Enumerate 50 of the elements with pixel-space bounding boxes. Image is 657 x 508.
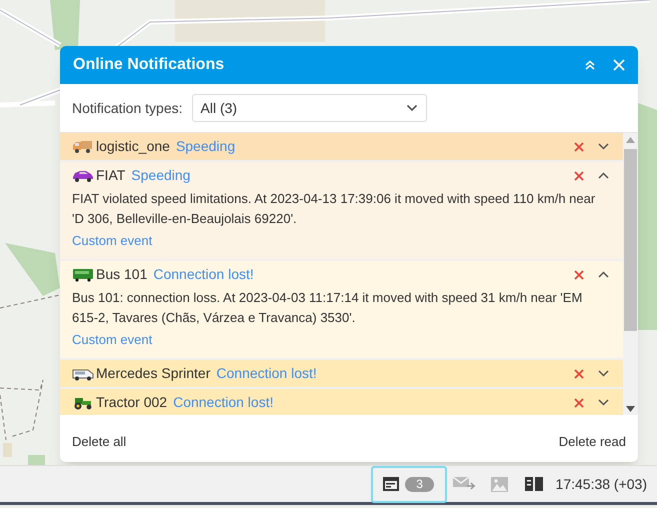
chevron-down-icon[interactable] xyxy=(598,143,609,150)
remove-icon[interactable] xyxy=(574,170,584,180)
tractor-icon xyxy=(72,396,94,410)
van-icon xyxy=(72,366,94,380)
car-icon xyxy=(72,168,94,182)
notification-item[interactable]: FIAT Speeding FIAT violated speed limitations. At 2023-04-13 17:39:06 it moved with speed 110 km/h near 'D 306, Belleville-en-Beaujolais 69220'. Custom event xyxy=(60,162,623,261)
delete-read-button[interactable]: Delete read xyxy=(558,432,626,452)
notification-item[interactable]: Tractor 002 Connection lost! xyxy=(60,389,623,415)
count-badge: 3 xyxy=(405,476,434,492)
chevron-up-icon[interactable] xyxy=(598,172,609,179)
notification-item[interactable]: Mercedes Sprinter Connection lost! xyxy=(60,360,623,389)
vehicle-name: Bus 101 xyxy=(96,265,148,284)
notification-item[interactable]: Bus 101 Connection lost! Bus 101: connection loss. At 2023-04-03 11:17:14 it moved with speed 31 km/h near 'EM 615-2, Tavares (Chãs, Várzea e Travanca) 3530'. Custom event xyxy=(60,261,623,360)
notification-icon xyxy=(383,477,400,491)
notification-message: Bus 101: connection loss. At 2023-04-03 11:17:14 it moved with speed 31 km/h near 'EM 615-2, Tavares (Chãs, Várzea e Travanca) 3530'. xyxy=(72,289,584,327)
chevron-down-icon xyxy=(406,104,418,112)
bus-icon xyxy=(72,268,94,282)
event-name: Connection lost! xyxy=(153,265,255,284)
image-icon[interactable] xyxy=(490,476,508,492)
remove-icon[interactable] xyxy=(574,398,584,408)
event-name: Speeding xyxy=(131,166,192,185)
remove-icon[interactable] xyxy=(574,142,584,152)
scroll-thumb[interactable] xyxy=(624,149,637,331)
scrollbar[interactable] xyxy=(623,133,638,415)
chevron-down-icon[interactable] xyxy=(598,370,609,377)
type-dropdown[interactable]: All (3) xyxy=(192,94,426,122)
columns-icon[interactable] xyxy=(524,477,543,491)
truck-icon xyxy=(72,140,94,154)
chevron-down-icon[interactable] xyxy=(598,399,609,406)
clock-time: 17:45:38 (+03) xyxy=(556,474,647,494)
remove-icon[interactable] xyxy=(574,368,584,378)
mail-icon[interactable] xyxy=(452,477,475,491)
notification-message: FIAT violated speed limitations. At 2023-04-13 17:39:06 it moved with speed 110 km/h near 'D 306, Belleville-en-Beaujolais 69220'. xyxy=(72,190,596,228)
notification-item[interactable]: logistic_one Speeding xyxy=(60,133,623,162)
vehicle-name: Mercedes Sprinter xyxy=(96,364,210,383)
event-name: Connection lost! xyxy=(173,393,274,412)
scroll-up-icon[interactable] xyxy=(626,137,635,143)
close-icon[interactable] xyxy=(613,59,625,71)
scroll-down-icon[interactable] xyxy=(626,406,635,412)
vehicle-name: logistic_one xyxy=(96,137,170,156)
vehicle-name: FIAT xyxy=(96,166,126,185)
chevron-up-icon[interactable] xyxy=(598,271,609,278)
collapse-icon[interactable] xyxy=(585,60,595,70)
delete-all-button[interactable]: Delete all xyxy=(72,432,126,452)
vehicle-name: Tractor 002 xyxy=(96,393,168,412)
event-name: Connection lost! xyxy=(216,364,318,383)
event-name: Speeding xyxy=(176,137,236,156)
remove-icon[interactable] xyxy=(574,270,584,280)
filter-label: Notification types: xyxy=(72,98,182,118)
panel-title: Online Notifications xyxy=(73,55,226,75)
